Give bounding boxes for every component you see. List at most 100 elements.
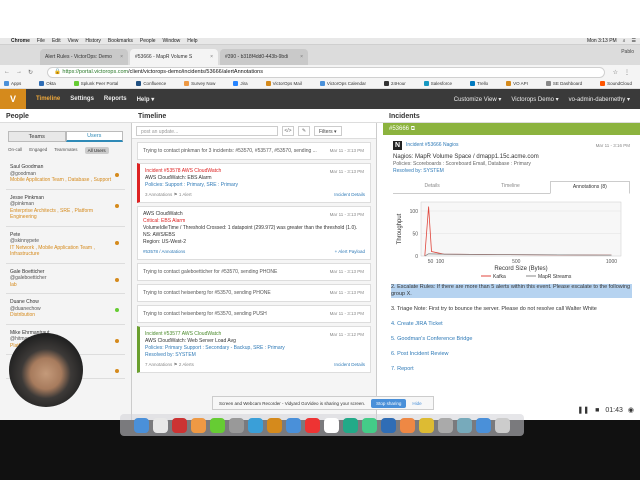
user-item[interactable]: Pete @skinnypete IT Network , Mobile Appli… [6,227,125,264]
runbook-step[interactable]: 6. Post Incident Review [391,351,632,358]
menubar-clock[interactable]: Mon 3:13 PM [587,38,617,44]
bookmark-item[interactable]: Jira [233,81,256,87]
browser-tab[interactable]: Alert Rules - VictorOps: Demo × [40,49,128,65]
user-item[interactable]: Gale Boetticher @galeboetticher lab [6,264,125,294]
menu-bookmarks[interactable]: Bookmarks [108,38,133,44]
victorops-logo[interactable]: V [0,89,26,109]
forward-icon[interactable]: → [16,69,22,75]
chat-icon[interactable]: ✎ [298,125,310,136]
alerts-count[interactable]: ⚑ 1 Alert [172,192,192,197]
alert-payload-link[interactable]: + Alert Payload [335,248,365,255]
dock-app-icon[interactable] [172,417,187,433]
external-link-icon[interactable]: ⧉ [411,126,415,133]
annotations-count[interactable]: 3 Annotations [145,192,172,197]
annotations-count[interactable]: 7 Annotations [145,362,172,367]
dock-app-icon[interactable] [495,417,510,433]
hide-button[interactable]: Hide [412,401,421,406]
bookmark-item[interactable]: Confluence [136,81,175,87]
runbook-step[interactable]: 4. Create JIRA Ticket [391,321,632,328]
filter-all-users[interactable]: All Users [84,147,109,154]
alert-tag[interactable]: #53578 / Annotations [143,248,185,255]
dock-app-icon[interactable] [153,417,168,433]
bookmark-item[interactable]: VO API [506,81,537,87]
dock-app-icon[interactable] [324,417,339,433]
camera-icon[interactable]: ◉ [628,406,634,414]
menubar-app[interactable]: Chrome [11,38,30,44]
alert-card[interactable]: AWS CloudWatch Mar 11 - 3:13 PM Critical: … [137,206,371,260]
dock-app-icon[interactable] [305,417,320,433]
tab-timeline[interactable]: Timeline [471,181,549,193]
url-input[interactable]: 🔒 https://portal.victorops.com/client/vi… [47,66,605,78]
nav-help[interactable]: Help ▾ [137,96,155,103]
nav-reports[interactable]: Reports [104,96,127,102]
dock-app-icon[interactable] [229,417,244,433]
menu-view[interactable]: View [68,38,79,44]
bookmark-item[interactable]: Salesforce [423,81,461,87]
menu-help[interactable]: Help [187,38,197,44]
menu-window[interactable]: Window [163,38,181,44]
bookmark-item[interactable]: VictorOps Mail [265,81,311,87]
dock-app-icon[interactable] [400,417,415,433]
tab-teams[interactable]: Teams [8,131,66,142]
menu-list-icon[interactable]: ☰ [632,38,636,44]
bookmark-item[interactable]: Splunk Peer Portal [73,81,128,87]
search-icon[interactable]: ⌕ [623,38,626,44]
dock-app-icon[interactable] [267,417,282,433]
runbook-step[interactable]: 5. Goodman's Conference Bridge [391,336,632,343]
stop-icon[interactable]: ■ [595,407,599,414]
bookmark-item[interactable]: Trello [470,81,497,87]
user-item[interactable]: Jesse Pinkman @pinkman Enterprise Architec… [6,190,125,227]
nav-timeline[interactable]: Timeline [36,96,60,102]
tab-users[interactable]: Users [65,131,123,142]
filter-oncall[interactable]: On-call [8,147,22,154]
incident-card[interactable]: Incident #53578 AWS CloudWatch Mar 11 - 3… [137,163,371,203]
bookmark-item[interactable]: Okta [39,81,65,87]
customize-view-menu[interactable]: Customize View ▾ [454,96,502,103]
filters-button[interactable]: Filters ▾ [314,125,342,136]
close-icon[interactable]: × [120,54,123,60]
user-item[interactable]: Duane Chow @duanechow Distribution [6,294,125,325]
bookmark-item[interactable]: SE Dashboard [545,81,591,87]
menu-file[interactable]: File [37,38,45,44]
chrome-profile[interactable]: Pablo [621,49,634,55]
filter-teammates[interactable]: Teammates [54,147,77,154]
more-icon[interactable]: ⋮ [624,69,630,76]
filter-engaged[interactable]: Engaged [29,147,47,154]
close-icon[interactable]: × [300,54,303,60]
incident-title[interactable]: Incident #53666 Nagios [406,142,459,149]
dock-app-icon[interactable] [210,417,225,433]
alerts-count[interactable]: ⚑ 2 Alerts [172,362,194,367]
pause-icon[interactable]: ❚❚ [577,406,589,414]
menu-people[interactable]: People [140,38,156,44]
dock-app-icon[interactable] [191,417,206,433]
back-icon[interactable]: ← [4,69,10,75]
browser-tab[interactable]: #390 - b318f4dd0-443b-9bdi × [220,49,308,65]
code-icon[interactable]: </> [282,125,294,136]
dock-app-icon[interactable] [381,417,396,433]
incident-tab[interactable]: #53666 ⧉ [383,123,640,135]
dock-app-icon[interactable] [419,417,434,433]
dock-app-icon[interactable] [286,417,301,433]
nav-settings[interactable]: Settings [70,96,94,102]
bookmark-item[interactable]: SoundCloud [600,81,640,87]
user-item[interactable]: Saul Goodman @goodman Mobile Application T… [6,159,125,190]
close-icon[interactable]: × [210,54,213,60]
bookmark-item[interactable]: 24Hour [384,81,415,87]
star-icon[interactable]: ☆ [613,69,618,76]
post-update-input[interactable]: post an update... [136,125,278,136]
stop-sharing-button[interactable]: Stop sharing [371,398,407,408]
incident-card[interactable]: Incident #53577 AWS CloudWatch Mar 11 - 3… [137,326,371,373]
dock-app-icon[interactable] [476,417,491,433]
user-menu[interactable]: vo-admin-dabernethy ▾ [569,96,630,103]
dock-app-icon[interactable] [134,417,149,433]
tab-details[interactable]: Details [393,181,471,193]
dock-app-icon[interactable] [248,417,263,433]
dock-app-icon[interactable] [457,417,472,433]
dock-app-icon[interactable] [438,417,453,433]
browser-tab-active[interactable]: #53666 - MapR Volume S × [130,49,218,65]
bookmark-item[interactable]: Survey Now [184,81,224,87]
incident-details-link[interactable]: Incident Details [334,361,365,368]
runbook-step[interactable]: 7. Report [391,366,632,373]
dock-app-icon[interactable] [362,417,377,433]
bookmark-item[interactable]: Apps [4,81,30,87]
